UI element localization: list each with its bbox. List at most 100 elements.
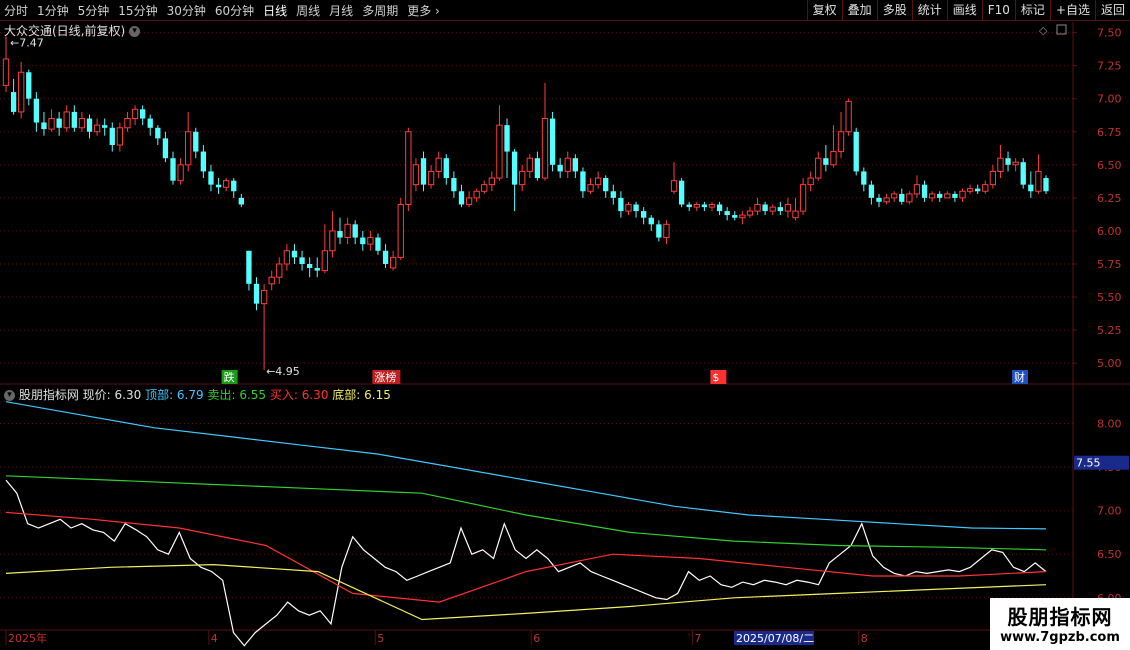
candle-body — [716, 204, 723, 212]
candle-body — [268, 276, 275, 285]
candle-body — [944, 193, 951, 199]
candle-body — [162, 138, 169, 159]
indicator-line-0 — [5, 479, 1047, 647]
candle-body — [519, 170, 526, 186]
indicator-name: 股朋指标网 — [18, 388, 79, 402]
indicator-value-3: 买入: 6.30 — [266, 388, 329, 402]
candle-body — [102, 125, 108, 128]
candle-body — [321, 250, 328, 272]
candle-body — [451, 178, 457, 192]
candle-body — [352, 224, 358, 238]
ind-y-tick-label: 7.00 — [1097, 505, 1122, 518]
x-axis-label: 6 — [533, 632, 540, 645]
x-axis-label: 8 — [861, 632, 868, 645]
candle-body — [952, 193, 958, 198]
candle-body — [420, 158, 427, 185]
candle-body — [739, 214, 746, 219]
candle-body — [86, 118, 93, 132]
candle-body — [906, 193, 913, 203]
candle-body — [1005, 158, 1011, 165]
candle-body — [732, 215, 738, 218]
candle-body — [853, 131, 859, 172]
candle-body — [670, 180, 678, 192]
indicator-value-1: 顶部: 6.79 — [141, 388, 204, 402]
candle-body — [231, 180, 237, 192]
watermark: 股朋指标网 www.7gpzb.com — [990, 598, 1130, 650]
candle-body — [208, 171, 214, 185]
candle-body — [777, 207, 783, 212]
candle-body — [78, 118, 86, 129]
candle-body — [975, 188, 981, 192]
x-axis-label: 5 — [377, 632, 384, 645]
candle-body — [792, 210, 799, 219]
candle-body — [899, 193, 905, 202]
chart-title: 大众交通(日线,前复权) ▾ — [4, 22, 141, 39]
candle-body — [656, 224, 662, 238]
candle-body — [18, 71, 25, 113]
candle-body — [222, 180, 230, 188]
y-tick-label: 7.50 — [1097, 27, 1122, 40]
ind-y-tick-label: 8.00 — [1097, 417, 1122, 430]
candle-body — [1035, 170, 1042, 192]
indicator-line-2 — [5, 475, 1047, 551]
candle-body — [663, 223, 670, 239]
candle-body — [891, 193, 898, 199]
y-tick-label: 5.25 — [1097, 324, 1122, 337]
candle-body — [693, 203, 700, 208]
candle-body — [405, 131, 412, 205]
candle-body — [496, 124, 503, 179]
candle-body — [861, 171, 867, 185]
candle-body — [193, 131, 199, 152]
candle-body — [921, 184, 928, 198]
event-marker-label: 涨榜 — [374, 370, 396, 384]
x-axis-label: 4 — [211, 632, 218, 645]
candle-body — [329, 230, 336, 252]
candle-body — [883, 197, 890, 203]
candle-body — [989, 170, 997, 186]
y-tick-label: 7.25 — [1097, 60, 1122, 73]
candle-body — [185, 131, 192, 166]
candle-body — [701, 204, 708, 208]
candle-body — [283, 250, 291, 265]
indicator-value-2: 卖出: 6.55 — [203, 388, 267, 402]
y-tick-label: 7.00 — [1097, 93, 1122, 106]
stock-chart[interactable]: 7.50 7.25 7.00 6.75 6.50 6.25 6.00 5.75 5.50 5.25… — [0, 0, 1130, 650]
candle-body — [784, 203, 792, 212]
chevron-down-icon[interactable]: ▾ — [129, 26, 141, 37]
candle-body — [541, 118, 549, 179]
candle-body — [397, 203, 404, 258]
candle-body — [63, 111, 70, 129]
cursor-date-label: 2025/07/08/二 — [736, 632, 814, 645]
candle-body — [200, 151, 207, 172]
candle-body — [10, 92, 17, 112]
candle-body — [799, 184, 807, 212]
diamond-icon: ◇ — [1039, 24, 1048, 37]
candle-body — [708, 203, 716, 208]
candle-body — [762, 204, 768, 212]
chevron-down-icon[interactable]: ▾ — [4, 390, 15, 401]
candle-body — [678, 180, 685, 205]
candle-body — [473, 190, 480, 199]
y-tick-label: 6.00 — [1097, 225, 1122, 238]
candle-body — [966, 188, 974, 192]
candle-body — [830, 151, 837, 166]
candle-body — [170, 158, 176, 181]
stock-name-label: 大众交通(日线,前复权) — [4, 24, 126, 38]
indicator-line-4 — [5, 563, 1047, 621]
candle-body — [412, 164, 420, 186]
y-tick-label: 6.75 — [1097, 126, 1122, 139]
candle-body — [625, 203, 632, 212]
candle-body — [686, 204, 692, 208]
y-tick-label: 5.00 — [1097, 357, 1122, 370]
candle-body — [215, 184, 222, 188]
candle-body — [603, 178, 609, 192]
candle-body — [314, 267, 320, 271]
candle-body — [997, 157, 1004, 172]
y-tick-label: 6.50 — [1097, 159, 1122, 172]
candle-body — [823, 158, 829, 165]
event-marker-label: 跌 — [224, 370, 235, 384]
watermark-url: www.7gpzb.com — [1000, 630, 1120, 645]
candle-body — [389, 256, 397, 269]
candle-body — [564, 157, 571, 172]
candle-body — [443, 158, 449, 179]
